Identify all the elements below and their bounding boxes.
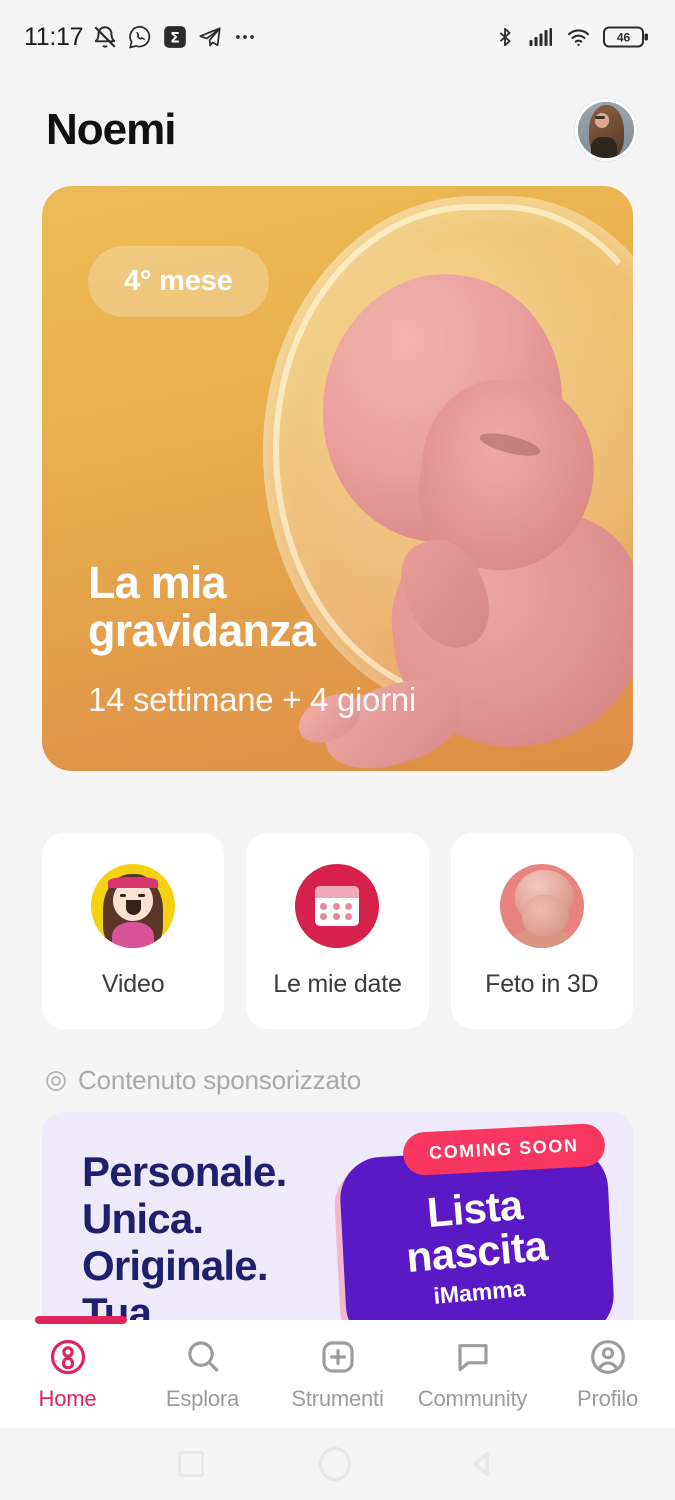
pregnancy-card-title: La mia gravidanza [88,556,316,656]
girl-avatar-icon [91,863,176,948]
bluetooth-icon [494,25,516,49]
ad-logo-line3: iMamma [432,1274,527,1309]
battery-icon: 46 [603,24,649,50]
ad-logo-blob: Lista nascita iMamma [338,1145,616,1337]
calendar-icon [295,863,380,948]
active-tab-indicator [35,1316,127,1324]
whatsapp-icon [127,24,153,50]
wifi-icon [565,25,592,49]
pregnancy-card-subtitle: 14 settimane + 4 giorni [88,681,416,718]
ad-headline: Personale. Unica. Originale. Tua. [82,1148,287,1337]
tile-feto-in-3d[interactable]: Feto in 3D [450,833,633,1029]
telegram-icon [197,24,223,50]
sigma-app-icon: Σ [162,24,188,50]
bottom-navigation: Home Esplora Strumenti Community Profilo [0,1316,675,1428]
tile-feto-in-3d-label: Feto in 3D [485,969,599,998]
quick-actions: Video Le mie date Feto in 3D [42,833,633,1029]
tile-video[interactable]: Video [42,833,225,1029]
nav-item-home[interactable]: Home [0,1337,135,1412]
status-bar-left: 11:17 Σ [24,23,258,52]
target-circle-icon [44,1069,68,1093]
month-badge: 4° mese [88,246,269,317]
nav-item-esplora[interactable]: Esplora [135,1337,270,1412]
tile-le-mie-date-label: Le mie date [273,969,402,998]
pregnancy-card-text: La mia gravidanza 14 settimane + 4 giorn… [88,556,416,719]
avatar[interactable] [575,99,637,161]
nav-item-home-label: Home [38,1385,97,1411]
android-system-nav [0,1428,675,1500]
nav-item-community-label: Community [417,1385,528,1411]
search-icon [183,1337,223,1377]
nav-item-profilo-label: Profilo [577,1385,638,1411]
status-bar: 11:17 Σ 46 [0,0,675,74]
main-content: 4° mese La mia gravidanza 14 settimane +… [0,186,675,1337]
fetus-3d-icon [499,863,584,948]
sponsored-label-row: Contenuto sponsorizzato [44,1065,633,1096]
tile-video-label: Video [101,969,165,998]
nav-item-community[interactable]: Community [405,1337,540,1412]
page-title: Noemi [46,105,176,154]
avatar-body [591,136,618,158]
nav-item-strumenti-label: Strumenti [291,1385,384,1411]
bell-off-icon [92,24,118,50]
app-header: Noemi [0,74,675,186]
plus-square-icon [318,1337,358,1377]
svg-text:Σ: Σ [170,30,180,46]
avatar-sunglasses-icon [595,116,605,120]
person-circle-icon [588,1337,628,1377]
ad-logo-line2: nascita [404,1222,550,1282]
recents-square-icon[interactable] [177,1451,204,1477]
status-time: 11:17 [24,22,84,51]
sponsored-ad-card[interactable]: Personale. Unica. Originale. Tua. COMING… [42,1112,633,1337]
signal-bars-icon [527,25,554,49]
nav-item-strumenti[interactable]: Strumenti [270,1337,405,1412]
back-triangle-icon[interactable] [467,1449,497,1479]
battery-level: 46 [617,30,631,44]
home-baby-icon [48,1337,88,1377]
sponsored-label: Contenuto sponsorizzato [78,1065,362,1095]
tile-le-mie-date[interactable]: Le mie date [246,833,429,1029]
nav-item-esplora-label: Esplora [165,1385,240,1411]
status-bar-right: 46 [494,24,649,50]
more-dots-icon [232,24,258,50]
home-circle-icon[interactable] [319,1447,352,1481]
pregnancy-card[interactable]: 4° mese La mia gravidanza 14 settimane +… [42,186,633,771]
nav-item-profilo[interactable]: Profilo [540,1337,675,1412]
chat-bubble-icon [453,1337,493,1377]
month-badge-label: 4° mese [124,265,233,297]
